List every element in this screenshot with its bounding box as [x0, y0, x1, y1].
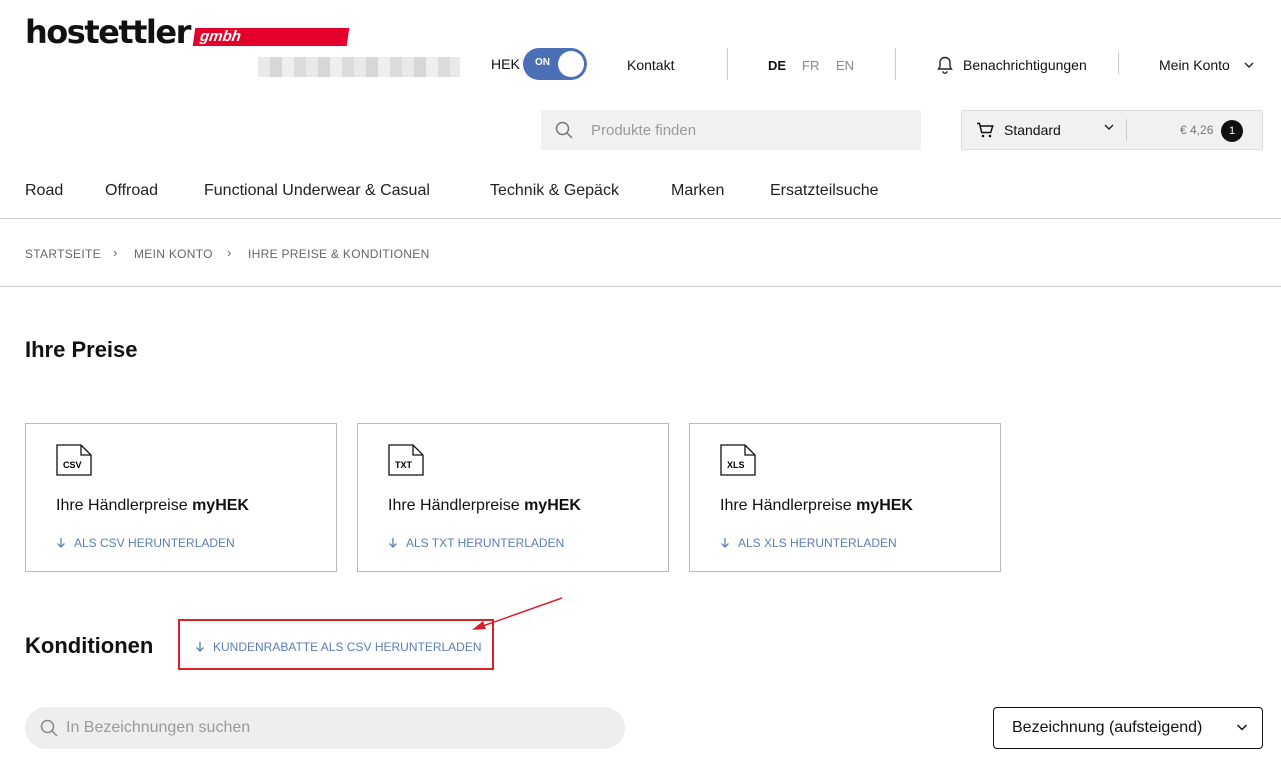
page-title: Ihre Preise — [25, 337, 138, 362]
svg-text:TXT: TXT — [395, 460, 413, 470]
txt-file-icon: TXT — [388, 444, 424, 476]
nav-functional-underwear-casual[interactable]: Functional Underwear & Casual — [204, 182, 430, 200]
divider — [1126, 119, 1127, 141]
blurred-customer-info — [258, 57, 460, 77]
card-title: Ihre Händlerpreise myHEK — [56, 497, 249, 514]
annotation-arrow-icon — [472, 597, 563, 630]
search-icon — [555, 121, 573, 139]
download-arrow-icon — [57, 538, 65, 548]
notifications-button[interactable]: Benachrichtigungen — [935, 55, 1087, 75]
account-menu[interactable]: Mein Konto — [1159, 57, 1254, 73]
toggle-state-label: ON — [535, 57, 550, 68]
cart-total: € 4,26 — [1180, 123, 1214, 137]
card-title: Ihre Händlerpreise myHEK — [720, 497, 913, 514]
logo-badge: gmbh — [192, 28, 350, 46]
annotation-highlight-box — [178, 619, 494, 670]
product-search[interactable]: Produkte finden — [541, 110, 921, 150]
toggle-knob — [558, 51, 584, 77]
download-arrow-icon — [389, 538, 397, 548]
svg-text:XLS: XLS — [727, 460, 745, 470]
nav-offroad[interactable]: Offroad — [105, 182, 158, 200]
lang-de[interactable]: DE — [768, 58, 786, 73]
cart-widget[interactable]: Standard € 4,26 1 — [961, 110, 1263, 150]
divider — [0, 218, 1281, 219]
chevron-down-icon[interactable] — [1104, 123, 1114, 131]
contact-link[interactable]: Kontakt — [627, 57, 674, 73]
download-txt-label: ALS TXT HERUNTERLADEN — [406, 536, 565, 550]
download-arrow-icon — [721, 538, 729, 548]
xls-file-icon: XLS — [720, 444, 756, 476]
lang-en[interactable]: EN — [836, 58, 854, 73]
csv-file-icon: CSV — [56, 444, 92, 476]
cart-count-badge: 1 — [1221, 120, 1243, 142]
bell-icon — [937, 56, 953, 74]
download-txt-link[interactable]: ALS TXT HERUNTERLADEN — [388, 536, 564, 550]
download-xls-label: ALS XLS HERUNTERLADEN — [738, 536, 897, 550]
breadcrumb-home[interactable]: STARTSEITE — [25, 247, 101, 261]
sort-select[interactable]: Bezeichnung (aufsteigend) — [993, 707, 1263, 749]
divider — [895, 48, 896, 80]
lang-fr[interactable]: FR — [802, 58, 819, 73]
conditions-search-input[interactable]: In Bezeichnungen suchen — [66, 719, 250, 737]
search-icon — [40, 719, 58, 737]
price-card-xls: XLS Ihre Händlerpreise myHEK ALS XLS HER… — [689, 423, 1001, 572]
nav-technik-gepaeck[interactable]: Technik & Gepäck — [490, 182, 619, 200]
nav-ersatzteilsuche[interactable]: Ersatzteilsuche — [770, 182, 879, 200]
cart-selector-label[interactable]: Standard — [1004, 122, 1061, 138]
conditions-heading: Konditionen — [25, 633, 154, 658]
nav-road[interactable]: Road — [25, 182, 63, 200]
hek-label: HEK — [491, 56, 520, 72]
conditions-search[interactable]: In Bezeichnungen suchen — [25, 707, 625, 749]
svg-text:CSV: CSV — [63, 460, 82, 470]
download-csv-link[interactable]: ALS CSV HERUNTERLADEN — [56, 536, 235, 550]
notifications-label: Benachrichtigungen — [963, 57, 1087, 73]
divider — [727, 48, 728, 80]
divider — [1118, 52, 1119, 74]
search-input[interactable]: Produkte finden — [591, 122, 696, 139]
account-label: Mein Konto — [1159, 57, 1230, 73]
download-csv-label: ALS CSV HERUNTERLADEN — [74, 536, 235, 550]
chevron-down-icon — [1236, 724, 1248, 731]
logo-text: hostettler — [25, 13, 191, 51]
sort-value: Bezeichnung (aufsteigend) — [1012, 719, 1203, 736]
breadcrumb-separator: › — [113, 245, 118, 260]
download-xls-link[interactable]: ALS XLS HERUNTERLADEN — [720, 536, 897, 550]
cart-icon — [977, 122, 994, 138]
price-card-csv: CSV Ihre Händlerpreise myHEK ALS CSV HER… — [25, 423, 337, 572]
divider — [0, 286, 1281, 287]
breadcrumb-separator: › — [227, 245, 232, 260]
hek-toggle[interactable]: ON — [523, 48, 587, 80]
price-card-txt: TXT Ihre Händlerpreise myHEK ALS TXT HER… — [357, 423, 669, 572]
chevron-down-icon — [1244, 62, 1254, 68]
card-title: Ihre Händlerpreise myHEK — [388, 497, 581, 514]
breadcrumb-account[interactable]: MEIN KONTO — [134, 247, 213, 261]
nav-marken[interactable]: Marken — [671, 182, 724, 200]
logo[interactable]: hostettler gmbh — [25, 13, 350, 51]
breadcrumb-current: IHRE PREISE & KONDITIONEN — [248, 247, 430, 261]
